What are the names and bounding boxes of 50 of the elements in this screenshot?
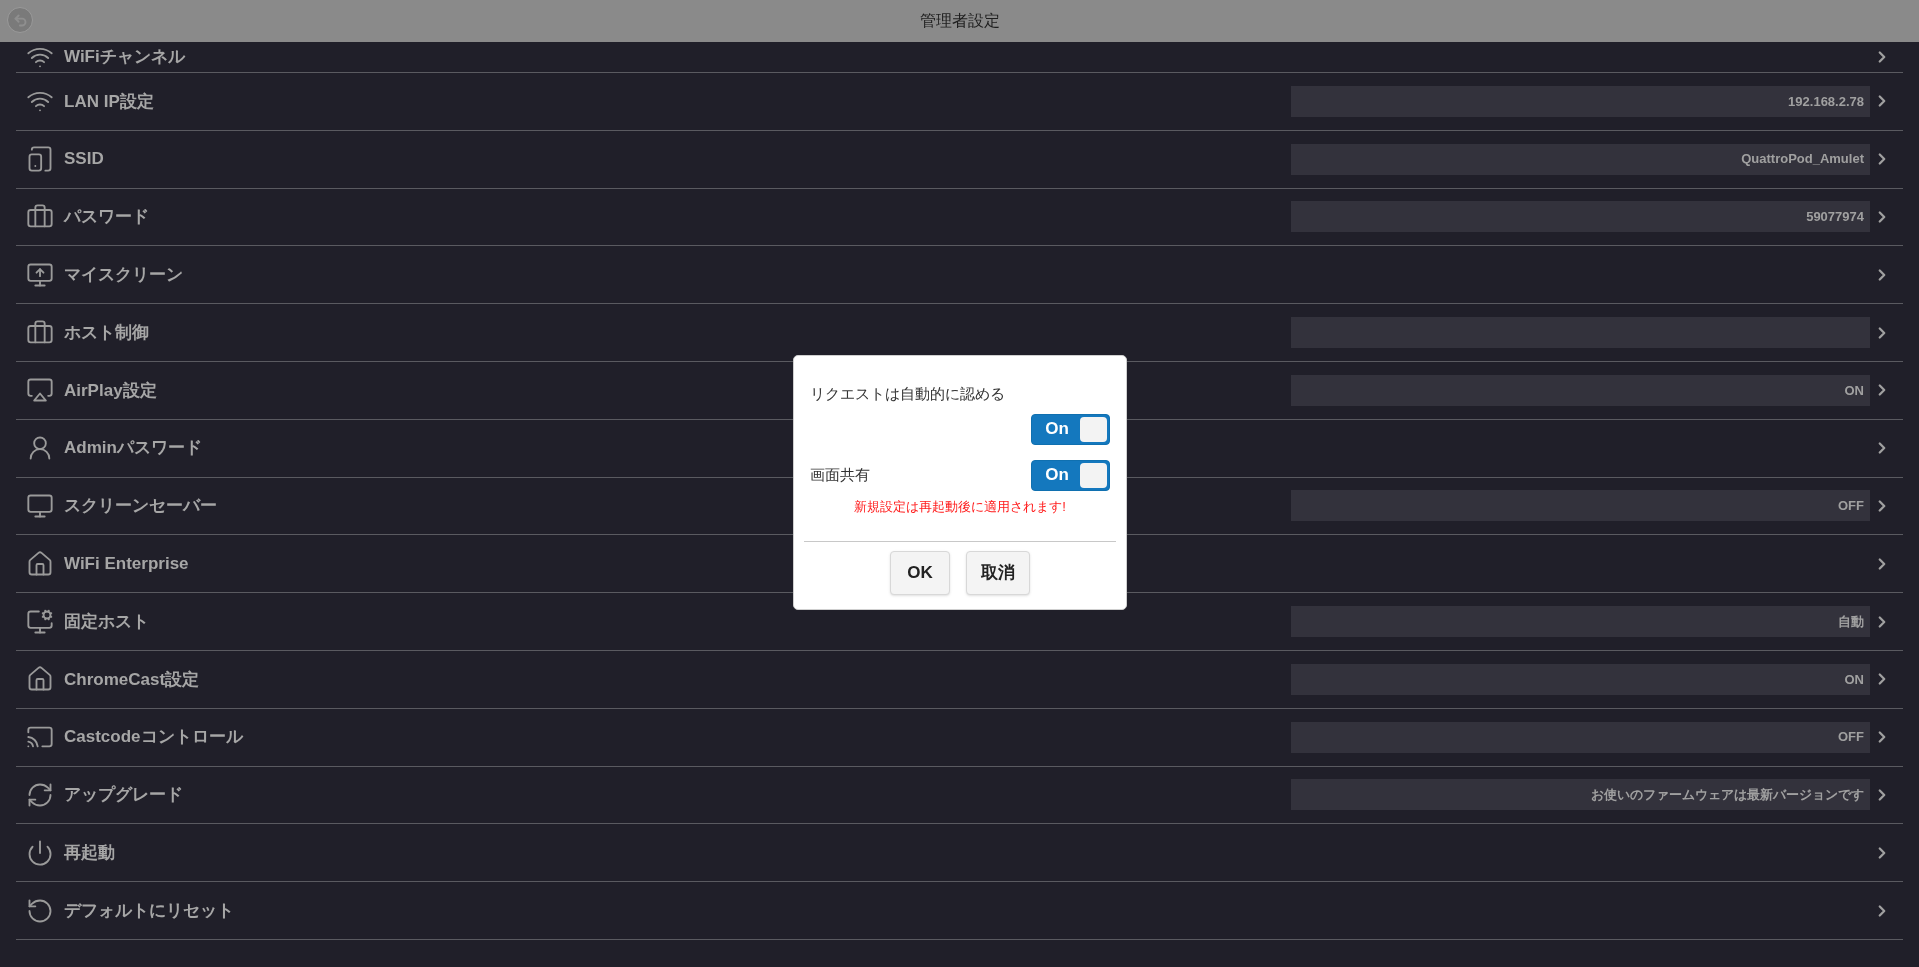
row-label: アップグレード [64, 784, 183, 807]
row-label: WiFi Enterprise [64, 553, 189, 575]
warning-text: 新規設定は再起動後に適用されます! [853, 497, 1067, 516]
row-label: Adminパスワード [64, 437, 202, 460]
dialog-button[interactable]: 取消 [966, 551, 1030, 595]
settings-row[interactable]: SSID QuattroPod_Amulet [16, 130, 1903, 189]
value-field: 192.168.2.78 [1291, 85, 1870, 117]
toggle-switch[interactable]: On [1031, 413, 1110, 445]
settings-row[interactable]: 再起動 [16, 824, 1903, 883]
settings-row[interactable]: ChromeCast設定 ON [16, 650, 1903, 709]
settings-row[interactable]: アップグレード お使いのファームウェアは最新バージョンです [16, 766, 1903, 825]
row-label: スクリーンセーバー [64, 495, 217, 518]
settings-row[interactable]: WiFiチャンネル [16, 42, 1903, 73]
value-field: QuattroPod_Amulet [1291, 143, 1870, 175]
row-label: ChromeCast設定 [64, 668, 200, 691]
phone-icon [26, 145, 54, 174]
settings-row[interactable]: パスワード 59077974 [16, 188, 1903, 247]
value-field: お使いのファームウェアは最新バージョンです [1291, 779, 1870, 811]
value-field: ON [1291, 374, 1870, 406]
value-field: 自動 [1291, 606, 1870, 638]
row-label: SSID [64, 148, 104, 171]
value-field: 59077974 [1291, 201, 1870, 233]
settings-row[interactable]: マイスクリーン [16, 246, 1903, 305]
row-label: WiFiチャンネル [64, 46, 185, 69]
row-label: Castcodeコントロール [64, 726, 243, 749]
row-label: LAN IP設定 [64, 90, 154, 113]
power-icon [26, 838, 54, 867]
settings-row[interactable]: ホスト制御 [16, 304, 1903, 362]
toggle-switch[interactable]: On [1031, 459, 1110, 491]
row-label: デフォルトにリセット [64, 899, 234, 922]
toggle-label: リクエストは自動的に認める [810, 384, 1006, 404]
row-label: 再起動 [64, 842, 115, 864]
row-label: パスワード [64, 206, 149, 229]
house-icon [26, 549, 54, 578]
row-label: 固定ホスト [64, 610, 149, 633]
row-label: マイスクリーン [64, 264, 183, 287]
value-field: OFF [1291, 721, 1870, 753]
settings-row[interactable]: Castcodeコントロール OFF [16, 708, 1903, 767]
back-icon [12, 12, 28, 28]
value-field: ON [1291, 663, 1870, 695]
monitor-icon [26, 607, 54, 636]
row-label: ホスト制御 [64, 321, 149, 344]
header-title: 管理者設定 [919, 11, 1000, 31]
back-button[interactable] [7, 7, 33, 33]
settings-row[interactable]: 固定ホスト 自動 [16, 593, 1903, 651]
row-label: AirPlay設定 [64, 379, 157, 402]
settings-row[interactable]: デフォルトにリセット [16, 882, 1903, 940]
settings-row[interactable]: LAN IP設定 192.168.2.78 [16, 73, 1903, 131]
value-field: OFF [1291, 490, 1870, 522]
dialog-button[interactable]: OK [890, 551, 950, 595]
